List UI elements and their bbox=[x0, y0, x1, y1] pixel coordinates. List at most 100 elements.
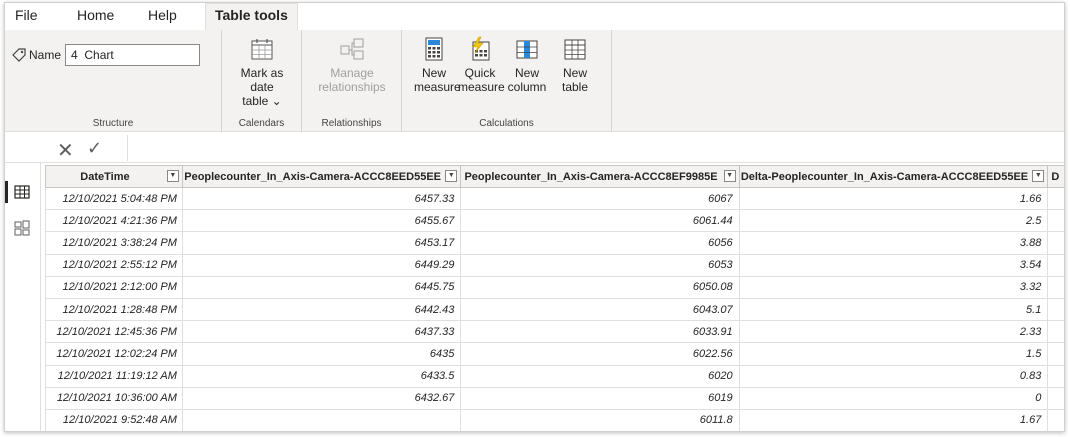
table-cell[interactable]: 6050.08 bbox=[460, 275, 740, 299]
table-cell[interactable]: 6067 bbox=[460, 186, 740, 211]
header-row: DateTime ▼ Peoplecounter_In_Axis-Camera-A… bbox=[45, 165, 1064, 188]
table-row[interactable]: 12/10/2021 9:52:48 AM 6011.8 1.67 bbox=[45, 408, 1064, 431]
table-cell[interactable]: 3.54 bbox=[738, 253, 1049, 277]
cancel-formula-icon[interactable]: ✕ bbox=[57, 138, 74, 163]
chevron-down-icon[interactable]: ▼ bbox=[1032, 170, 1045, 182]
table-cell[interactable]: 6453.17 bbox=[181, 231, 462, 255]
table-row[interactable]: 12/10/2021 3:38:24 PM 6453.17 6056 3.88 bbox=[45, 231, 1064, 255]
manage-relationships-button[interactable]: Manage relationships bbox=[316, 36, 388, 94]
model-view-icon[interactable] bbox=[13, 219, 31, 237]
table-cell[interactable]: 6033.91 bbox=[460, 320, 740, 344]
table-cell[interactable]: 12/10/2021 12:02:24 PM bbox=[45, 342, 183, 366]
table-cell[interactable]: 12/10/2021 1:28:48 PM bbox=[45, 297, 183, 322]
table-cell[interactable]: 12/10/2021 5:04:48 PM bbox=[45, 186, 183, 211]
new-measure-button[interactable]: New measure bbox=[414, 36, 461, 94]
table-cell[interactable]: 6061.44 bbox=[460, 209, 740, 233]
table-cell[interactable]: 12/10/2021 10:36:00 AM bbox=[45, 386, 183, 410]
table-cell[interactable]: 6449.29 bbox=[181, 253, 462, 277]
table-row[interactable]: 12/10/2021 5:04:48 PM 6457.33 6067 1.66 bbox=[45, 186, 1064, 211]
table-row[interactable]: 12/10/2021 11:19:12 AM 6433.5 6020 0.83 bbox=[45, 364, 1064, 388]
table-cell[interactable]: 6445.75 bbox=[181, 275, 462, 299]
column-header[interactable]: Delta-Peoplecounter_In_Axis-Camera-ACCC8… bbox=[738, 165, 1049, 188]
table-cell[interactable]: 6053 bbox=[460, 253, 740, 277]
table-cell[interactable]: 6433.5 bbox=[181, 364, 462, 388]
table-cell[interactable] bbox=[1047, 320, 1064, 344]
data-view-icon[interactable] bbox=[13, 183, 31, 201]
table-cell[interactable] bbox=[1047, 209, 1064, 233]
table-cell[interactable]: 12/10/2021 12:45:36 PM bbox=[45, 320, 183, 344]
tab-home[interactable]: Home bbox=[77, 7, 114, 23]
chevron-down-icon[interactable]: ▼ bbox=[445, 170, 458, 182]
group-relationships: Manage relationships Relationships bbox=[302, 30, 402, 132]
chevron-down-icon[interactable]: ▼ bbox=[166, 170, 179, 182]
table-cell[interactable]: 5.1 bbox=[738, 297, 1049, 322]
group-label-relationships: Relationships bbox=[321, 118, 382, 129]
table-cell[interactable]: 6432.67 bbox=[181, 386, 462, 410]
table-row[interactable]: 12/10/2021 1:28:48 PM 6442.43 6043.07 5.1 bbox=[45, 297, 1064, 322]
table-cell[interactable]: 0 bbox=[738, 386, 1049, 410]
table-cell[interactable]: 1.66 bbox=[738, 186, 1049, 211]
table-row[interactable]: 12/10/2021 12:02:24 PM 6435 6022.56 1.5 bbox=[45, 342, 1064, 366]
table-cell[interactable]: 1.67 bbox=[738, 408, 1049, 431]
column-header[interactable]: Peoplecounter_In_Axis-Camera-ACCC8EF9985… bbox=[460, 165, 740, 188]
table-cell[interactable]: 6442.43 bbox=[181, 297, 462, 322]
table-row[interactable]: 12/10/2021 2:12:00 PM 6445.75 6050.08 3.32 bbox=[45, 275, 1064, 299]
table-cell[interactable] bbox=[1047, 342, 1064, 366]
table-cell[interactable]: 2.5 bbox=[738, 209, 1049, 233]
new-table-icon bbox=[564, 39, 586, 60]
table-cell[interactable]: 6022.56 bbox=[460, 342, 740, 366]
formula-input[interactable] bbox=[129, 135, 1064, 161]
mark-date-label-1: Mark as date bbox=[240, 66, 284, 94]
table-cell[interactable]: 6011.8 bbox=[460, 408, 740, 431]
table-cell[interactable]: 6020 bbox=[460, 364, 740, 388]
table-cell[interactable] bbox=[1047, 408, 1064, 431]
manage-label-1: Manage bbox=[330, 66, 374, 80]
table-cell[interactable]: 6457.33 bbox=[181, 186, 462, 211]
quick-measure-button[interactable]: Quick measure bbox=[458, 36, 505, 94]
table-cell[interactable]: 12/10/2021 11:19:12 AM bbox=[45, 364, 183, 388]
table-cell[interactable] bbox=[1047, 231, 1064, 255]
column-header[interactable]: DateTime ▼ bbox=[45, 165, 183, 188]
table-cell[interactable]: 12/10/2021 2:55:12 PM bbox=[45, 253, 183, 277]
table-cell[interactable] bbox=[1047, 364, 1064, 388]
table-cell[interactable]: 6019 bbox=[460, 386, 740, 410]
table-row[interactable]: 12/10/2021 12:45:36 PM 6437.33 6033.91 2.33 bbox=[45, 320, 1064, 344]
table-cell[interactable]: 12/10/2021 3:38:24 PM bbox=[45, 231, 183, 255]
table-cell[interactable]: 3.88 bbox=[738, 231, 1049, 255]
mark-as-date-table-button[interactable]: Mark as date table ⌄ bbox=[230, 36, 294, 108]
chevron-down-icon[interactable]: ▼ bbox=[723, 170, 736, 182]
new-column-button[interactable]: New column bbox=[504, 36, 550, 94]
table-cell[interactable]: 12/10/2021 9:52:48 AM bbox=[45, 408, 183, 431]
table-row[interactable]: 12/10/2021 10:36:00 AM 6432.67 6019 0 bbox=[45, 386, 1064, 410]
commit-formula-icon[interactable]: ✓ bbox=[87, 138, 102, 159]
table-cell[interactable] bbox=[1047, 186, 1064, 211]
calculator-icon bbox=[425, 37, 443, 61]
table-cell[interactable]: 6435 bbox=[181, 342, 462, 366]
table-cell[interactable]: 1.5 bbox=[738, 342, 1049, 366]
table-name-input[interactable] bbox=[65, 44, 201, 66]
tab-help[interactable]: Help bbox=[148, 7, 177, 23]
new-table-label-2: table bbox=[561, 80, 589, 94]
table-cell[interactable] bbox=[1047, 297, 1064, 322]
table-cell[interactable] bbox=[1047, 275, 1064, 299]
new-measure-label-1: New bbox=[421, 66, 446, 80]
table-cell[interactable]: 12/10/2021 4:21:36 PM bbox=[45, 209, 183, 233]
new-table-button[interactable]: New table bbox=[554, 36, 596, 94]
tab-file[interactable]: File bbox=[15, 7, 38, 23]
table-cell[interactable]: 6043.07 bbox=[460, 297, 740, 322]
table-cell[interactable]: 6437.33 bbox=[181, 320, 462, 344]
table-cell[interactable] bbox=[1047, 253, 1064, 277]
table-cell[interactable]: 3.32 bbox=[738, 275, 1049, 299]
table-cell[interactable]: 6056 bbox=[460, 231, 740, 255]
table-cell[interactable] bbox=[1047, 386, 1064, 410]
tab-table-tools[interactable]: Table tools bbox=[205, 3, 298, 30]
column-header[interactable]: Peoplecounter_In_Axis-Camera-ACCC8EED55E… bbox=[181, 165, 462, 188]
table-cell[interactable]: 0.83 bbox=[738, 364, 1049, 388]
column-header[interactable]: D bbox=[1047, 165, 1064, 188]
table-cell[interactable] bbox=[181, 408, 462, 431]
table-cell[interactable]: 12/10/2021 2:12:00 PM bbox=[45, 275, 183, 299]
table-cell[interactable]: 2.33 bbox=[738, 320, 1049, 344]
table-row[interactable]: 12/10/2021 2:55:12 PM 6449.29 6053 3.54 bbox=[45, 253, 1064, 277]
table-cell[interactable]: 6455.67 bbox=[181, 209, 462, 233]
table-row[interactable]: 12/10/2021 4:21:36 PM 6455.67 6061.44 2.5 bbox=[45, 209, 1064, 233]
